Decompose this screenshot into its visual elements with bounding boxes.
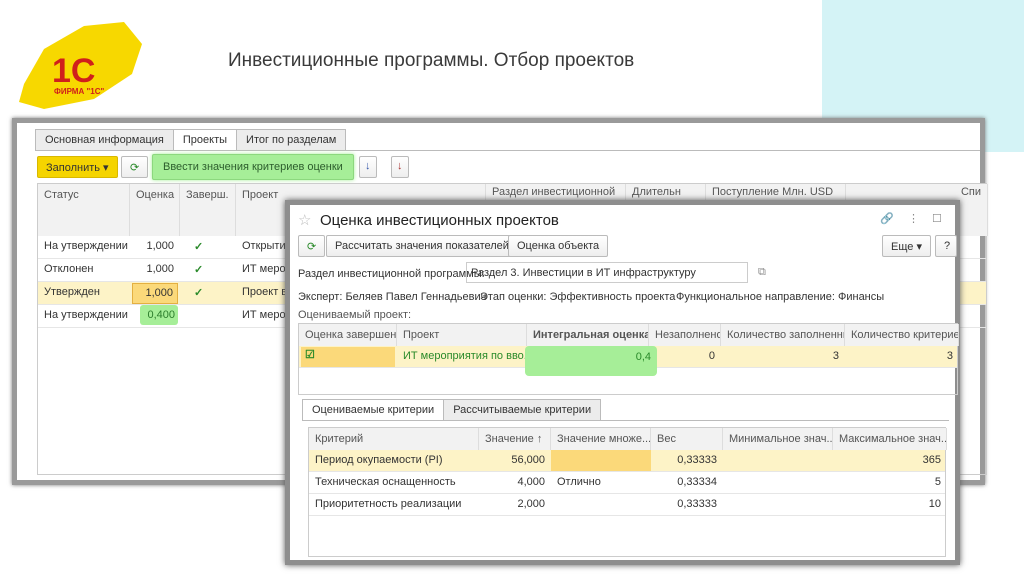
fill-button[interactable]: Заполнить ▾	[37, 156, 118, 178]
star-icon[interactable]: ☆	[298, 211, 311, 229]
tab-projects[interactable]: Проекты	[172, 129, 238, 151]
stage: Этап оценки: Эффективность проекта	[480, 291, 676, 303]
set-value[interactable]	[551, 450, 651, 471]
criterion: Техническая оснащенность	[315, 476, 456, 488]
more-button[interactable]: Еще ▾	[882, 235, 931, 257]
max: 5	[934, 476, 941, 488]
sort-desc-icon[interactable]: ↓	[391, 156, 409, 178]
status: Отклонен	[44, 263, 94, 275]
project-row[interactable]: ☑ ИТ мероприятия по вво... 0,4 0 3 3	[299, 346, 957, 376]
value: 4,000	[517, 476, 545, 488]
refresh-icon[interactable]: ⟳	[298, 235, 326, 257]
col-unfilled[interactable]: Незаполнено	[649, 324, 721, 346]
status: На утверждении	[44, 240, 128, 252]
col-set-value[interactable]: Значение множе...	[551, 428, 651, 450]
direction: Функциональное направление: Финансы	[676, 291, 885, 303]
max: 365	[922, 454, 941, 466]
filled: 3	[832, 350, 839, 362]
criteria-row[interactable]: Период окупаемости (PI) 56,000 0,33333 3…	[309, 450, 945, 472]
status: Утвержден	[44, 286, 100, 298]
project-label: Оцениваемый проект:	[298, 309, 412, 321]
max: 10	[928, 498, 941, 510]
col-value[interactable]: Значение ↑	[479, 428, 551, 450]
criterion: Приоритетность реализации	[315, 498, 462, 510]
status: На утверждении	[44, 309, 128, 321]
sort-asc-icon[interactable]: ↓	[359, 156, 377, 178]
check-icon: ✓	[194, 287, 204, 299]
tab-calculated-criteria[interactable]: Рассчитываемые критерии	[443, 399, 602, 421]
menu-icon[interactable]: ⋮	[908, 212, 919, 225]
value: 2,000	[517, 498, 545, 510]
project-table: Оценка завершена Проект Интегральная оце…	[298, 323, 959, 395]
maximize-icon[interactable]: ☐	[932, 212, 942, 225]
tab-summary[interactable]: Итог по разделам	[236, 129, 347, 151]
project: ИТ мероприятия по вво...	[403, 350, 527, 362]
col-min[interactable]: Минимальное знач...	[723, 428, 833, 450]
tab-evaluated-criteria[interactable]: Оцениваемые критерии	[302, 399, 445, 421]
section-label: Раздел инвестиционной программы:	[298, 268, 485, 280]
open-icon[interactable]: ⧉	[758, 266, 766, 279]
set-value: Отлично	[557, 476, 601, 488]
col-filled[interactable]: Количество заполненных	[721, 324, 845, 346]
col-status[interactable]: Статус	[38, 184, 130, 236]
unfilled: 0	[708, 350, 715, 362]
checkbox-checked-icon[interactable]: ☑	[301, 347, 395, 367]
weight: 0,33333	[677, 454, 717, 466]
criteria-row[interactable]: Техническая оснащенность 4,000 Отлично 0…	[309, 472, 945, 494]
col-criteria[interactable]: Количество критериев	[845, 324, 959, 346]
section-field[interactable]: Раздел 3. Инвестиции в ИТ инфраструктуру	[466, 262, 748, 283]
check-icon: ✓	[194, 264, 204, 276]
weight: 0,33333	[677, 498, 717, 510]
col-done[interactable]: Заверш.	[180, 184, 236, 236]
svg-text:ФИРМА "1С": ФИРМА "1С"	[54, 87, 104, 96]
score: 0,400	[140, 305, 178, 325]
check-icon: ✓	[194, 241, 204, 253]
value: 56,000	[511, 454, 545, 466]
weight: 0,33334	[677, 476, 717, 488]
evaluation-dialog: ☆ Оценка инвестиционных проектов 🔗 ⋮ ☐ ⟳…	[285, 200, 960, 565]
col-criterion[interactable]: Критерий	[309, 428, 479, 450]
col-integral[interactable]: Интегральная оценка	[527, 324, 649, 346]
col-done[interactable]: Оценка завершена	[299, 324, 397, 346]
criteria-table: Критерий Значение ↑ Значение множе... Ве…	[308, 427, 947, 557]
col-project[interactable]: Проект	[397, 324, 527, 346]
calc-button[interactable]: Рассчитать значения показателей	[326, 235, 518, 257]
col-weight[interactable]: Вес	[651, 428, 723, 450]
link-icon[interactable]: 🔗	[880, 212, 894, 225]
help-button[interactable]: ?	[935, 235, 957, 257]
integral-score: 0,4	[525, 346, 657, 376]
col-max[interactable]: Максимальное знач...	[833, 428, 947, 450]
svg-text:1С: 1С	[52, 52, 95, 90]
criteria-row[interactable]: Приоритетность реализации 2,000 0,33333 …	[309, 494, 945, 516]
expert: Эксперт: Беляев Павел Геннадьевич	[298, 291, 487, 303]
score: 1,000	[146, 263, 174, 275]
enter-criteria-button[interactable]: Ввести значения критериев оценки	[152, 154, 354, 180]
score[interactable]: 1,000	[132, 283, 178, 304]
tab-main-info[interactable]: Основная информация	[35, 129, 174, 151]
refresh-icon[interactable]: ⟳	[121, 156, 149, 178]
score: 1,000	[146, 240, 174, 252]
1c-logo: 1С ФИРМА "1С"	[14, 14, 146, 114]
criteria-count: 3	[946, 350, 953, 362]
criterion: Период окупаемости (PI)	[315, 454, 443, 466]
slide-title: Инвестиционные программы. Отбор проектов	[228, 50, 635, 71]
evaluate-object-button[interactable]: Оценка объекта	[508, 235, 609, 257]
col-score[interactable]: Оценка	[130, 184, 180, 236]
dialog-title: Оценка инвестиционных проектов	[320, 212, 559, 229]
